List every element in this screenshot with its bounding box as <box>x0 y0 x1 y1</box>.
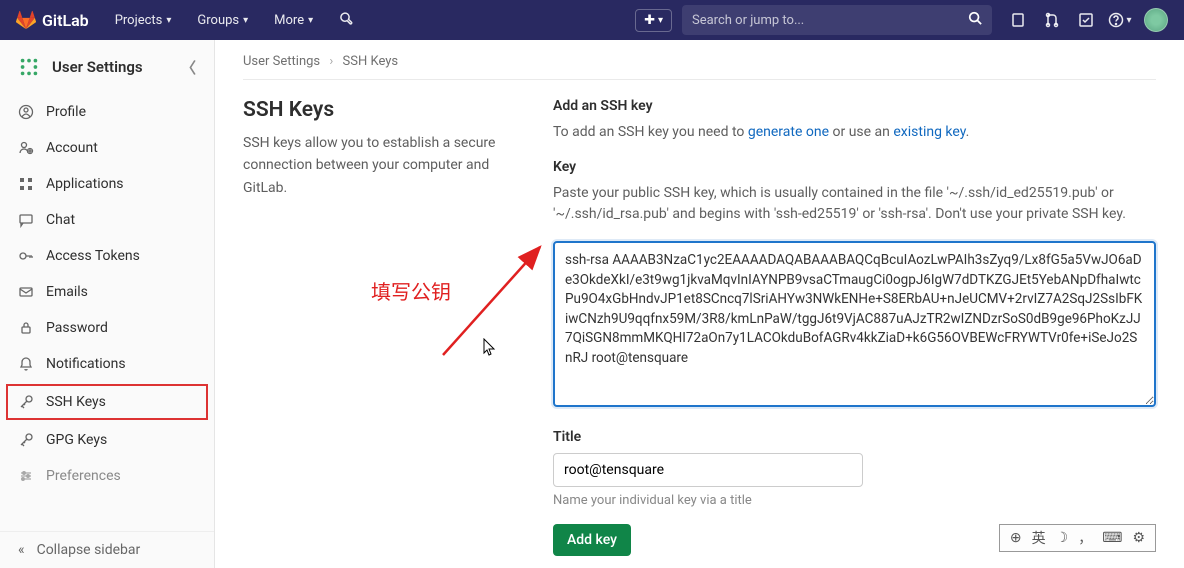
gear-icon: ⚙ <box>1132 530 1145 546</box>
chevron-left-double-icon: « <box>18 542 25 558</box>
title-hint: Name your individual key via a title <box>553 493 1156 508</box>
sidebar-item-applications[interactable]: Applications <box>0 166 214 202</box>
nav-groups[interactable]: Groups▾ <box>187 5 258 36</box>
comma-icon: ， <box>1078 528 1092 548</box>
chevron-down-icon: ▾ <box>1126 15 1131 26</box>
moon-icon: ☽ <box>1056 530 1069 546</box>
sidebar-item-password[interactable]: Password <box>0 310 214 346</box>
sidebar-item-notifications[interactable]: Notifications <box>0 346 214 382</box>
sidebar-item-profile[interactable]: Profile <box>0 94 214 130</box>
global-search[interactable] <box>682 5 992 35</box>
key-icon <box>18 394 34 410</box>
lock-icon <box>18 320 34 336</box>
new-dropdown[interactable]: ✚▾ <box>635 9 672 32</box>
globe-icon: ⊕ <box>1010 530 1022 546</box>
applications-icon <box>18 176 34 192</box>
key-help: Paste your public SSH key, which is usua… <box>553 183 1156 225</box>
gitlab-logo[interactable]: GitLab <box>16 10 89 30</box>
chevron-down-icon: ▾ <box>243 15 248 26</box>
breadcrumb: User Settings › SSH Keys <box>243 52 1156 80</box>
sidebar-item-account[interactable]: Account <box>0 130 214 166</box>
chevron-right-icon: › <box>329 54 333 69</box>
main-content: User Settings › SSH Keys SSH Keys SSH ke… <box>215 40 1184 568</box>
token-icon <box>18 248 34 264</box>
chat-icon <box>18 212 34 228</box>
generate-link[interactable]: generate one <box>748 124 829 140</box>
merge-requests-icon[interactable] <box>1036 4 1068 36</box>
wrench-icon[interactable] <box>329 4 361 36</box>
todos-icon[interactable] <box>1070 4 1102 36</box>
plus-icon: ✚ <box>644 13 655 28</box>
page-title: SSH Keys <box>243 98 513 122</box>
chevron-down-icon: ▾ <box>308 15 313 26</box>
breadcrumb-root[interactable]: User Settings <box>243 54 320 69</box>
bell-icon <box>18 356 34 372</box>
title-input[interactable] <box>553 453 863 487</box>
key-label: Key <box>553 159 1156 175</box>
settings-sidebar: User Settings 〈 Profile Account Applicat… <box>0 40 215 568</box>
chevron-down-icon: ▾ <box>658 15 663 26</box>
nav-projects[interactable]: Projects▾ <box>105 5 182 36</box>
ime-toolbar[interactable]: ⊕ 英 ☽ ， ⌨ ⚙ <box>999 524 1156 552</box>
top-navbar: GitLab Projects▾ Groups▾ More▾ ✚▾ ▾ <box>0 0 1184 40</box>
settings-gear-icon <box>18 56 40 78</box>
sidebar-header: User Settings 〈 <box>0 40 214 94</box>
preferences-icon <box>18 468 34 484</box>
title-label: Title <box>553 429 1156 445</box>
chevron-left-double-icon[interactable]: 〈 <box>181 57 196 78</box>
page-desc: SSH keys allow you to establish a secure… <box>243 132 513 199</box>
search-icon <box>968 11 982 29</box>
ssh-key-textarea[interactable] <box>553 241 1156 407</box>
sidebar-title: User Settings <box>52 58 143 76</box>
key-icon <box>18 432 34 448</box>
sidebar-item-ssh-keys[interactable]: SSH Keys <box>6 384 208 420</box>
breadcrumb-current: SSH Keys <box>343 54 399 69</box>
brand-label: GitLab <box>42 11 89 30</box>
ime-lang: 英 <box>1032 528 1046 548</box>
collapse-sidebar[interactable]: «Collapse sidebar <box>0 531 214 568</box>
gitlab-icon <box>16 10 36 30</box>
email-icon <box>18 284 34 300</box>
issues-icon[interactable] <box>1002 4 1034 36</box>
account-icon <box>18 140 34 156</box>
user-avatar[interactable] <box>1144 8 1168 32</box>
chevron-down-icon: ▾ <box>166 15 171 26</box>
add-key-heading: Add an SSH key <box>553 98 1156 114</box>
sidebar-item-chat[interactable]: Chat <box>0 202 214 238</box>
nav-more[interactable]: More▾ <box>264 5 323 36</box>
add-key-text: To add an SSH key you need to generate o… <box>553 122 1156 143</box>
profile-icon <box>18 104 34 120</box>
sidebar-item-preferences[interactable]: Preferences <box>0 458 214 494</box>
keyboard-icon: ⌨ <box>1102 530 1122 546</box>
sidebar-item-access-tokens[interactable]: Access Tokens <box>0 238 214 274</box>
help-icon[interactable]: ▾ <box>1104 4 1136 36</box>
sidebar-item-gpg-keys[interactable]: GPG Keys <box>0 422 214 458</box>
existing-link[interactable]: existing key <box>893 124 965 140</box>
sidebar-item-emails[interactable]: Emails <box>0 274 214 310</box>
search-input[interactable] <box>692 13 968 28</box>
add-key-button[interactable]: Add key <box>553 524 631 556</box>
